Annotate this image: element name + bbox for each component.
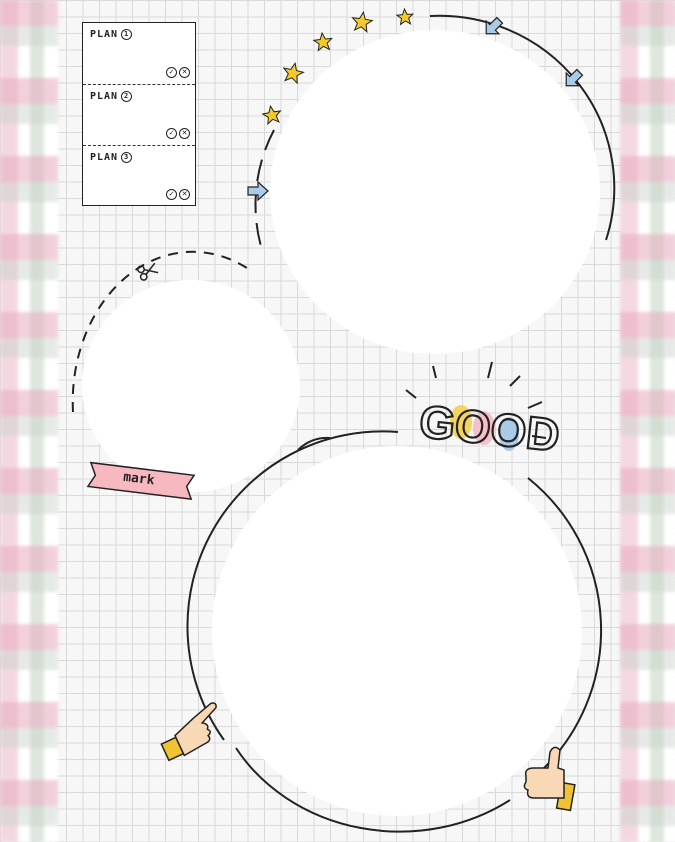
frame-arc-top — [429, 14, 616, 241]
star-icon — [312, 31, 333, 52]
star-icon — [282, 61, 305, 85]
good-sticker: GOOD — [405, 361, 563, 462]
star-icon — [261, 104, 282, 126]
thumbs-up-icon — [523, 746, 576, 812]
frame-arc-bottom-left — [186, 430, 399, 741]
good-text: GOOD — [417, 395, 562, 461]
frame-arc-bottom — [235, 747, 511, 833]
photo-frame-page: PLAN 1 ✓ ✕ PLAN 2 ✓ ✕ PLAN 3 ✓ ✕ GOOD ma… — [0, 0, 675, 842]
frame-arc-bottom-right — [527, 477, 603, 771]
star-icon — [351, 10, 374, 34]
decorations-layer: GOOD — [71, 7, 616, 833]
scissors-icon — [137, 262, 159, 281]
arrow-icon — [247, 180, 269, 202]
star-icon — [395, 7, 415, 26]
dashed-cut-arc — [71, 250, 251, 413]
